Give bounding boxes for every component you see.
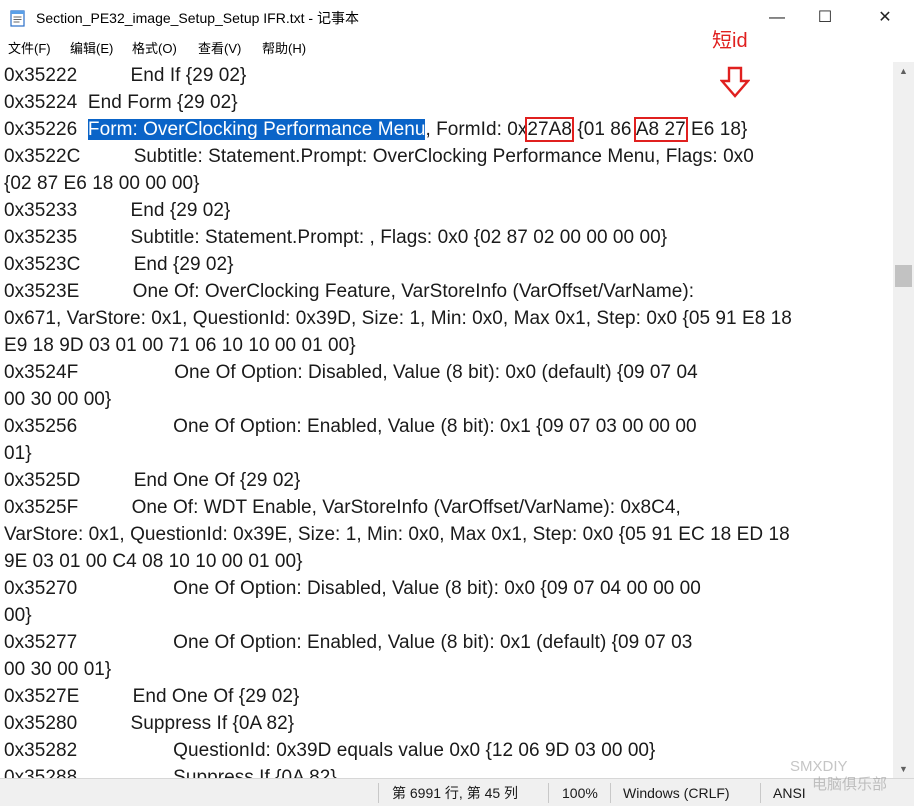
text-segment: 0x3527E End One Of {29 02} xyxy=(4,686,300,707)
status-separator xyxy=(548,783,549,803)
status-zoom: 100% xyxy=(562,785,598,801)
text-line: 0x35235 Subtitle: Statement.Prompt: , Fl… xyxy=(4,224,667,251)
window-title: Section_PE32_image_Setup_Setup IFR.txt -… xyxy=(36,10,359,26)
menu-view[interactable]: 查看(V) xyxy=(198,41,241,57)
text-line: VarStore: 0x1, QuestionId: 0x39E, Size: … xyxy=(4,521,790,548)
text-line: 0x3525F One Of: WDT Enable, VarStoreInfo… xyxy=(4,494,681,521)
text-segment: 0x35277 One Of Option: Enabled, Value (8… xyxy=(4,632,693,653)
text-line: 0x35222 End If {29 02} xyxy=(4,62,246,89)
text-segment: 0x35270 One Of Option: Disabled, Value (… xyxy=(4,578,701,599)
text-segment: 0x35233 End {29 02} xyxy=(4,200,231,221)
menu-format[interactable]: 格式(O) xyxy=(132,41,177,57)
text-segment: 0x3523C End {29 02} xyxy=(4,254,234,275)
watermark-text: SMXDIY xyxy=(790,758,848,775)
text-segment: 0x35282 QuestionId: 0x39D equals value 0… xyxy=(4,740,656,761)
status-encoding: ANSI xyxy=(773,785,806,801)
text-line: 0x3525D End One Of {29 02} xyxy=(4,467,300,494)
text-segment: {01 86 xyxy=(572,119,636,140)
scroll-thumb[interactable] xyxy=(895,265,912,287)
text-line: 0x35226 Form: OverClocking Performance M… xyxy=(4,116,747,143)
maximize-button[interactable]: ☐ xyxy=(802,0,848,36)
text-line: 0x35256 One Of Option: Enabled, Value (8… xyxy=(4,413,697,440)
text-segment: 0x3524F One Of Option: Disabled, Value (… xyxy=(4,362,698,383)
scroll-down-icon[interactable]: ▼ xyxy=(893,760,914,778)
short-id-annotation: 短id xyxy=(712,30,748,52)
status-separator xyxy=(610,783,611,803)
selected-text: Form: OverClocking Performance Menu xyxy=(87,119,426,140)
short-id-highlight-box: A8 27 xyxy=(633,117,688,142)
text-segment: 9E 03 01 00 C4 08 10 10 00 01 00} xyxy=(4,551,303,572)
text-line: 00} xyxy=(4,602,32,629)
text-editor[interactable]: 0x35222 End If {29 02} 0x35224 End Form {… xyxy=(0,62,893,778)
text-segment: 0x35224 End Form {29 02} xyxy=(4,92,238,113)
status-line-ending: Windows (CRLF) xyxy=(623,785,730,801)
text-line: 0x35288 Suppress If {0A 82} xyxy=(4,764,337,778)
scroll-up-icon[interactable]: ▲ xyxy=(893,62,914,80)
form-id-highlight-box: 27A8 xyxy=(525,117,574,142)
menu-help[interactable]: 帮助(H) xyxy=(262,41,306,57)
status-cursor-position: 第 6991 行, 第 45 列 xyxy=(392,785,519,801)
text-segment: 0x35256 One Of Option: Enabled, Value (8… xyxy=(4,416,697,437)
text-segment: 0x35235 Subtitle: Statement.Prompt: , Fl… xyxy=(4,227,668,248)
text-segment: , FormId: 0x xyxy=(425,119,528,140)
text-line: 0x3527E End One Of {29 02} xyxy=(4,683,299,710)
text-segment: VarStore: 0x1, QuestionId: 0x39E, Size: … xyxy=(4,524,790,545)
text-segment: E9 18 9D 03 01 00 71 06 10 10 00 01 00} xyxy=(4,335,356,356)
watermark-text-secondary: 电脑俱乐部 xyxy=(812,776,888,793)
status-separator xyxy=(378,783,379,803)
menu-edit[interactable]: 编辑(E) xyxy=(70,41,113,57)
text-segment: 00} xyxy=(4,605,32,626)
text-line: 0x3522C Subtitle: Statement.Prompt: Over… xyxy=(4,143,754,170)
title-bar: Section_PE32_image_Setup_Setup IFR.txt -… xyxy=(0,0,914,36)
text-line: 00 30 00 01} xyxy=(4,656,111,683)
text-segment: E6 18} xyxy=(685,119,748,140)
text-segment: 00 30 00 00} xyxy=(4,389,112,410)
text-line: 0x35233 End {29 02} xyxy=(4,197,230,224)
text-line: 0x3523E One Of: OverClocking Feature, Va… xyxy=(4,278,694,305)
text-segment: 0x3523E One Of: OverClocking Feature, Va… xyxy=(4,281,695,302)
text-line: 0x35224 End Form {29 02} xyxy=(4,89,238,116)
minimize-button[interactable]: — xyxy=(754,0,800,36)
text-segment: 0x3522C Subtitle: Statement.Prompt: Over… xyxy=(4,146,754,167)
status-separator xyxy=(760,783,761,803)
text-line: 0x35282 QuestionId: 0x39D equals value 0… xyxy=(4,737,655,764)
status-bar: 第 6991 行, 第 45 列 100% Windows (CRLF) ANS… xyxy=(0,778,914,806)
text-line: 0x35270 One Of Option: Disabled, Value (… xyxy=(4,575,701,602)
text-segment: 01} xyxy=(4,443,32,464)
text-line: 01} xyxy=(4,440,32,467)
text-line: 0x35280 Suppress If {0A 82} xyxy=(4,710,294,737)
notepad-icon xyxy=(10,10,25,27)
text-segment: 0x3525F One Of: WDT Enable, VarStoreInfo… xyxy=(4,497,681,518)
text-segment: 00 30 00 01} xyxy=(4,659,112,680)
text-line: {02 87 E6 18 00 00 00} xyxy=(4,170,200,197)
menu-file[interactable]: 文件(F) xyxy=(8,41,51,57)
vertical-scrollbar[interactable]: ▲ ▼ xyxy=(893,62,914,778)
text-line: 9E 03 01 00 C4 08 10 10 00 01 00} xyxy=(4,548,303,575)
text-segment: 0x3525D End One Of {29 02} xyxy=(4,470,301,491)
text-segment: 0x35288 Suppress If {0A 82} xyxy=(4,767,337,778)
text-segment: 0x35222 End If {29 02} xyxy=(4,65,247,86)
text-line: 0x3524F One Of Option: Disabled, Value (… xyxy=(4,359,698,386)
text-line: E9 18 9D 03 01 00 71 06 10 10 00 01 00} xyxy=(4,332,356,359)
menu-bar: 文件(F) 编辑(E) 格式(O) 查看(V) 帮助(H) xyxy=(0,36,914,62)
text-line: 0x3523C End {29 02} xyxy=(4,251,234,278)
text-segment: 0x35280 Suppress If {0A 82} xyxy=(4,713,295,734)
text-segment: 0x671, VarStore: 0x1, QuestionId: 0x39D,… xyxy=(4,308,792,329)
text-segment: 0x35226 xyxy=(4,119,88,140)
text-line: 0x671, VarStore: 0x1, QuestionId: 0x39D,… xyxy=(4,305,792,332)
text-segment: {02 87 E6 18 00 00 00} xyxy=(4,173,200,194)
text-line: 0x35277 One Of Option: Enabled, Value (8… xyxy=(4,629,692,656)
down-arrow-icon xyxy=(720,66,750,98)
text-line: 00 30 00 00} xyxy=(4,386,111,413)
close-button[interactable]: ✕ xyxy=(862,0,908,36)
